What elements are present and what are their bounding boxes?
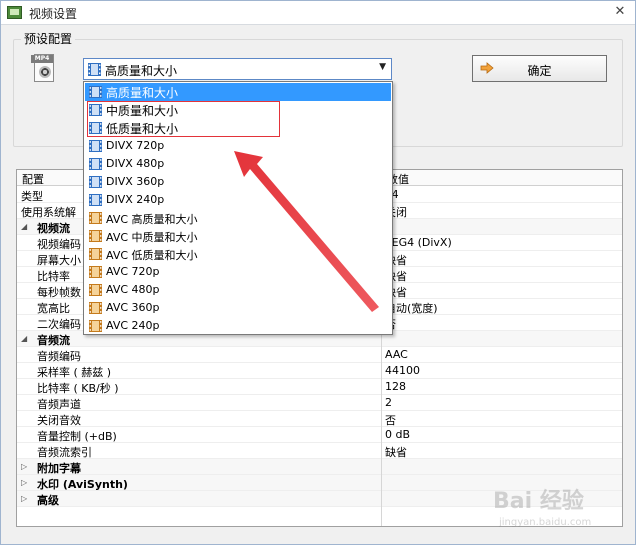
dropdown-option[interactable]: AVC 高质量和大小 xyxy=(85,209,391,227)
title-bar: 视频设置 ✕ xyxy=(1,1,635,25)
grid-row-key: 二次编码 xyxy=(37,318,81,331)
grid-row-key: 音频编码 xyxy=(37,350,81,363)
grid-row[interactable]: 音频流索引 缺省 xyxy=(17,443,622,459)
window-title: 视频设置 xyxy=(29,7,78,21)
dropdown-option[interactable]: 高质量和大小 xyxy=(85,83,391,101)
dropdown-option[interactable]: AVC 480p xyxy=(85,281,391,299)
grid-row-key: 比特率 ( KB/秒 ) xyxy=(37,382,119,395)
dropdown-option[interactable]: AVC 240p xyxy=(85,317,391,335)
ok-button[interactable]: 确定 xyxy=(472,55,607,82)
grid-row-value: AAC xyxy=(385,348,408,361)
grid-row-value: 否 xyxy=(385,414,396,427)
film-orange-icon xyxy=(89,266,102,281)
grid-row-key: 类型 xyxy=(21,190,43,203)
mp4-file-icon-tag: MP4 xyxy=(31,55,53,63)
expanded-triangle-icon[interactable]: ◢ xyxy=(21,334,27,343)
watermark-logo-text: Bai 经验 xyxy=(493,489,584,514)
dropdown-option-label: AVC 720p xyxy=(106,265,160,278)
dropdown-option[interactable]: DIVX 480p xyxy=(85,155,391,173)
preset-select-value: 高质量和大小 xyxy=(105,64,178,78)
grid-row-key: 水印 (AviSynth) xyxy=(37,478,128,491)
grid-row-key: 音频流索引 xyxy=(37,446,92,459)
grid-row-key: 音量控制 (+dB) xyxy=(37,430,117,443)
grid-row-key: 视频编码 xyxy=(37,238,81,251)
video-settings-window: 视频设置 ✕ 预设配置 MP4 高质量和大小 ▼ 确定 配置 数值 类型P4使用… xyxy=(0,0,636,545)
grid-row-key: 附加字幕 xyxy=(37,462,81,475)
grid-row-key: 比特率 xyxy=(37,270,70,283)
grid-row-value: 0 dB xyxy=(385,428,411,441)
dropdown-option-label: AVC 高质量和大小 xyxy=(106,213,198,226)
film-orange-icon xyxy=(89,212,102,227)
mp4-file-icon: MP4 xyxy=(31,51,57,85)
dropdown-option[interactable]: DIVX 240p xyxy=(85,191,391,209)
grid-section-row[interactable]: ▷ 附加字幕 xyxy=(17,459,622,475)
film-blue-icon xyxy=(89,86,102,101)
preset-select[interactable]: 高质量和大小 ▼ xyxy=(83,58,392,80)
grid-row[interactable]: 音量控制 (+dB) 0 dB xyxy=(17,427,622,443)
dropdown-option[interactable]: AVC 低质量和大小 xyxy=(85,245,391,263)
film-blue-icon xyxy=(89,158,102,173)
close-icon[interactable]: ✕ xyxy=(611,3,629,21)
dropdown-option-label: DIVX 720p xyxy=(106,139,165,152)
preset-group-label: 预设配置 xyxy=(21,30,76,47)
dropdown-option-label: AVC 中质量和大小 xyxy=(106,231,198,244)
grid-row-value: PEG4 (DivX) xyxy=(385,236,452,249)
grid-row-key: 视频流 xyxy=(37,222,70,235)
grid-row[interactable]: 关闭音效 否 xyxy=(17,411,622,427)
dropdown-option[interactable]: DIVX 720p xyxy=(85,137,391,155)
grid-row-key: 高级 xyxy=(37,494,59,507)
dropdown-option[interactable]: AVC 720p xyxy=(85,263,391,281)
grid-row-value: 44100 xyxy=(385,364,420,377)
annotation-highlight-box xyxy=(87,101,280,137)
film-icon xyxy=(88,63,101,79)
grid-row-value: 2 xyxy=(385,396,392,409)
film-orange-icon xyxy=(89,302,102,317)
grid-header-config: 配置 xyxy=(22,173,44,186)
grid-row[interactable]: 音频编码 AAC xyxy=(17,347,622,363)
dropdown-option-label: AVC 360p xyxy=(106,301,160,314)
dropdown-option-label: DIVX 240p xyxy=(106,193,165,206)
grid-row-value: 128 xyxy=(385,380,406,393)
grid-row-key: 屏幕大小 xyxy=(37,254,81,267)
film-blue-icon xyxy=(89,140,102,155)
grid-row-key: 音频声道 xyxy=(37,398,81,411)
grid-row-key: 使用系统解 xyxy=(21,206,76,219)
grid-row-key: 关闭音效 xyxy=(37,414,81,427)
dropdown-option[interactable]: AVC 360p xyxy=(85,299,391,317)
dropdown-option-label: DIVX 360p xyxy=(106,175,165,188)
grid-row-key: 宽高比 xyxy=(37,302,70,315)
dropdown-option-label: AVC 240p xyxy=(106,319,160,332)
grid-row[interactable]: 采样率 ( 赫兹 ) 44100 xyxy=(17,363,622,379)
collapsed-triangle-icon[interactable]: ▷ xyxy=(21,478,27,487)
dropdown-option[interactable]: AVC 中质量和大小 xyxy=(85,227,391,245)
collapsed-triangle-icon[interactable]: ▷ xyxy=(21,494,27,503)
dropdown-option[interactable]: DIVX 360p xyxy=(85,173,391,191)
film-orange-icon xyxy=(89,230,102,245)
dropdown-option-label: AVC 480p xyxy=(106,283,160,296)
watermark-url: jingyan.baidu.com xyxy=(499,517,592,528)
dropdown-option-label: 高质量和大小 xyxy=(106,86,179,100)
film-orange-icon xyxy=(89,284,102,299)
grid-row-key: 采样率 ( 赫兹 ) xyxy=(37,366,112,379)
film-blue-icon xyxy=(89,194,102,209)
grid-row-key: 每秒帧数 xyxy=(37,286,81,299)
grid-row-key: 音频流 xyxy=(37,334,70,347)
expanded-triangle-icon[interactable]: ◢ xyxy=(21,222,27,231)
grid-row-value: 缺省 xyxy=(385,446,407,459)
chevron-down-icon[interactable]: ▼ xyxy=(379,62,386,72)
baidu-watermark: Bai 经验 jingyan.baidu.com xyxy=(479,479,629,539)
ok-button-label: 确定 xyxy=(527,64,552,78)
grid-row[interactable]: 音频声道 2 xyxy=(17,395,622,411)
app-icon xyxy=(7,6,22,19)
grid-row[interactable]: 比特率 ( KB/秒 ) 128 xyxy=(17,379,622,395)
dropdown-option-label: DIVX 480p xyxy=(106,157,165,170)
film-blue-icon xyxy=(89,176,102,191)
collapsed-triangle-icon[interactable]: ▷ xyxy=(21,462,27,471)
dropdown-option-label: AVC 低质量和大小 xyxy=(106,249,198,262)
film-orange-icon xyxy=(89,248,102,263)
film-orange-icon xyxy=(89,320,102,335)
